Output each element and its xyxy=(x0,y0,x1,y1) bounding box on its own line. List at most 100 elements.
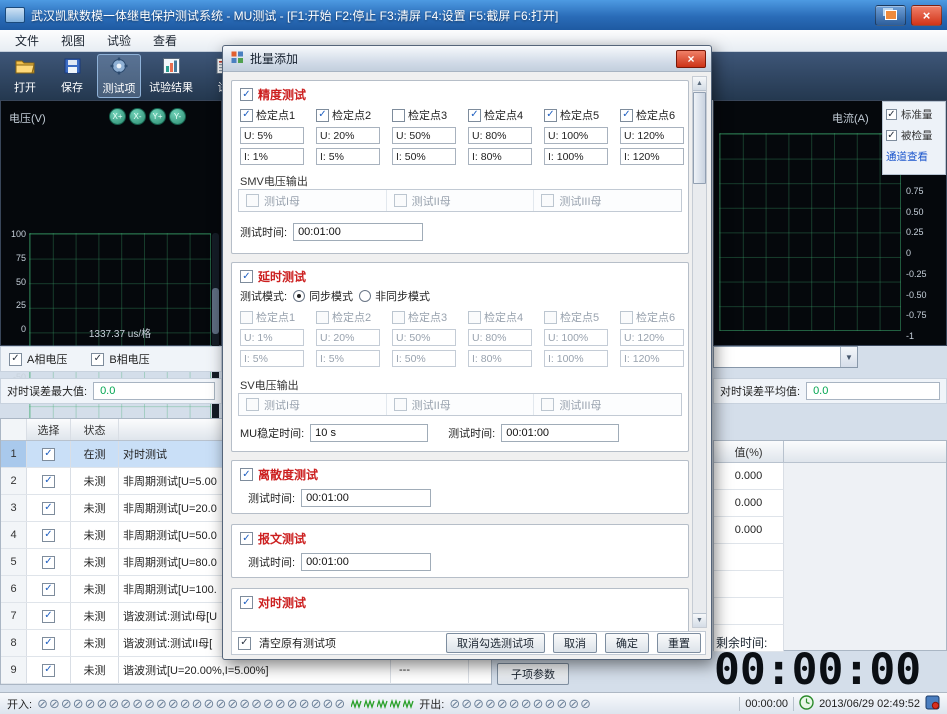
u-input[interactable]: U: 120% xyxy=(620,127,684,144)
clear-existing-checkbox[interactable] xyxy=(238,637,251,650)
message-checkbox[interactable] xyxy=(240,532,253,545)
i-input[interactable]: I: 50% xyxy=(392,350,456,367)
row-checkbox[interactable] xyxy=(42,556,55,569)
u-input[interactable]: U: 100% xyxy=(544,329,608,346)
table-row[interactable]: 9 未测 谐波测试[U=20.00%,I=5.00%] --- xyxy=(1,657,491,684)
u-input[interactable]: U: 120% xyxy=(620,329,684,346)
mu-stable-time-input[interactable]: 10 s xyxy=(310,424,428,442)
u-input[interactable]: U: 20% xyxy=(316,127,380,144)
async-mode-radio[interactable] xyxy=(359,290,371,302)
phase-a-checkbox[interactable] xyxy=(9,353,22,366)
results-button[interactable]: 试验结果 xyxy=(144,54,198,98)
i-input[interactable]: I: 80% xyxy=(468,350,532,367)
bus1-toggle[interactable]: 测试I母 xyxy=(239,190,386,211)
bus3-checkbox[interactable] xyxy=(541,194,554,207)
checkpoint-checkbox[interactable] xyxy=(544,109,557,122)
i-input[interactable]: I: 120% xyxy=(620,148,684,165)
zoom-y-plus-button[interactable]: Y+ xyxy=(149,108,166,125)
delay-checkbox[interactable] xyxy=(240,270,253,283)
checkpoint-checkbox[interactable] xyxy=(468,109,481,122)
i-input[interactable]: I: 5% xyxy=(316,148,380,165)
channel-select[interactable]: ▼ xyxy=(713,346,858,368)
row-checkbox[interactable] xyxy=(42,583,55,596)
bus2-toggle[interactable]: 测试II母 xyxy=(386,394,534,415)
test-time-input[interactable]: 00:01:00 xyxy=(301,489,431,507)
checkpoint-checkbox[interactable] xyxy=(620,109,633,122)
checkpoint-checkbox[interactable] xyxy=(544,311,557,324)
tested-checkbox[interactable] xyxy=(886,130,897,141)
row-checkbox[interactable] xyxy=(42,475,55,488)
i-input[interactable]: I: 80% xyxy=(468,148,532,165)
reset-button[interactable]: 重置 xyxy=(657,633,701,653)
timing-checkbox[interactable] xyxy=(240,596,253,609)
bus2-toggle[interactable]: 测试II母 xyxy=(386,190,534,211)
open-button[interactable]: 打开 xyxy=(3,54,47,98)
zoom-y-minus-button[interactable]: Y- xyxy=(169,108,186,125)
menu-file[interactable]: 文件 xyxy=(4,30,50,51)
dialog-title-bar[interactable]: 批量添加 × xyxy=(223,46,711,72)
sub-params-button[interactable]: 子项参数 xyxy=(497,663,569,685)
i-input[interactable]: I: 50% xyxy=(392,148,456,165)
standard-checkbox[interactable] xyxy=(886,109,897,120)
row-checkbox[interactable] xyxy=(42,502,55,515)
dispersion-checkbox[interactable] xyxy=(240,468,253,481)
checkpoint-checkbox[interactable] xyxy=(392,109,405,122)
i-input[interactable]: I: 100% xyxy=(544,350,608,367)
checkpoint-checkbox[interactable] xyxy=(620,311,633,324)
checkpoint-checkbox[interactable] xyxy=(316,109,329,122)
u-input[interactable]: U: 50% xyxy=(392,329,456,346)
dialog-scrollbar[interactable]: ▲ ▼ xyxy=(692,76,707,628)
zoom-x-minus-button[interactable]: X- xyxy=(129,108,146,125)
bus1-checkbox[interactable] xyxy=(246,398,259,411)
u-input[interactable]: U: 80% xyxy=(468,329,532,346)
menu-view[interactable]: 视图 xyxy=(50,30,96,51)
checkpoint-checkbox[interactable] xyxy=(392,311,405,324)
bus2-checkbox[interactable] xyxy=(394,398,407,411)
u-input[interactable]: U: 5% xyxy=(240,127,304,144)
bus2-checkbox[interactable] xyxy=(394,194,407,207)
u-input[interactable]: U: 1% xyxy=(240,329,304,346)
window-restore-button[interactable] xyxy=(875,5,906,26)
test-time-input[interactable]: 00:01:00 xyxy=(301,553,431,571)
sync-mode-option[interactable]: 同步模式 xyxy=(293,288,353,304)
bus3-toggle[interactable]: 测试III母 xyxy=(533,394,681,415)
test-items-button[interactable]: 测试项 xyxy=(97,54,141,98)
async-mode-option[interactable]: 非同步模式 xyxy=(359,288,430,304)
menu-test[interactable]: 试验 xyxy=(96,30,142,51)
sync-mode-radio[interactable] xyxy=(293,290,305,302)
i-input[interactable]: I: 5% xyxy=(316,350,380,367)
uncheck-tests-button[interactable]: 取消勾选测试项 xyxy=(446,633,545,653)
u-input[interactable]: U: 80% xyxy=(468,127,532,144)
scroll-down-arrow[interactable]: ▼ xyxy=(693,613,706,627)
row-checkbox[interactable] xyxy=(42,664,55,677)
bus3-checkbox[interactable] xyxy=(541,398,554,411)
i-input[interactable]: I: 120% xyxy=(620,350,684,367)
phase-b-checkbox[interactable] xyxy=(91,353,104,366)
menu-check[interactable]: 查看 xyxy=(142,30,188,51)
checkpoint-checkbox[interactable] xyxy=(468,311,481,324)
bus3-toggle[interactable]: 测试III母 xyxy=(533,190,681,211)
channel-view-link[interactable]: 通道查看 xyxy=(886,149,942,164)
cancel-button[interactable]: 取消 xyxy=(553,633,597,653)
zoom-x-plus-button[interactable]: X+ xyxy=(109,108,126,125)
ok-button[interactable]: 确定 xyxy=(605,633,649,653)
row-checkbox[interactable] xyxy=(42,529,55,542)
bus1-toggle[interactable]: 测试I母 xyxy=(239,394,386,415)
test-time-input[interactable]: 00:01:00 xyxy=(501,424,619,442)
scrollbar-thumb[interactable] xyxy=(693,92,706,184)
dialog-close-button[interactable]: × xyxy=(676,50,706,68)
i-input[interactable]: I: 100% xyxy=(544,148,608,165)
scrollbar-thumb[interactable] xyxy=(212,288,219,334)
checkpoint-checkbox[interactable] xyxy=(240,311,253,324)
row-checkbox[interactable] xyxy=(42,448,55,461)
scroll-up-arrow[interactable]: ▲ xyxy=(693,77,706,91)
u-input[interactable]: U: 50% xyxy=(392,127,456,144)
window-close-button[interactable]: × xyxy=(911,5,942,26)
bus1-checkbox[interactable] xyxy=(246,194,259,207)
i-input[interactable]: I: 1% xyxy=(240,148,304,165)
u-input[interactable]: U: 100% xyxy=(544,127,608,144)
checkpoint-checkbox[interactable] xyxy=(240,109,253,122)
row-checkbox[interactable] xyxy=(42,610,55,623)
tested-quantity-toggle[interactable]: 被检量 xyxy=(886,128,942,143)
save-button[interactable]: 保存 xyxy=(50,54,94,98)
